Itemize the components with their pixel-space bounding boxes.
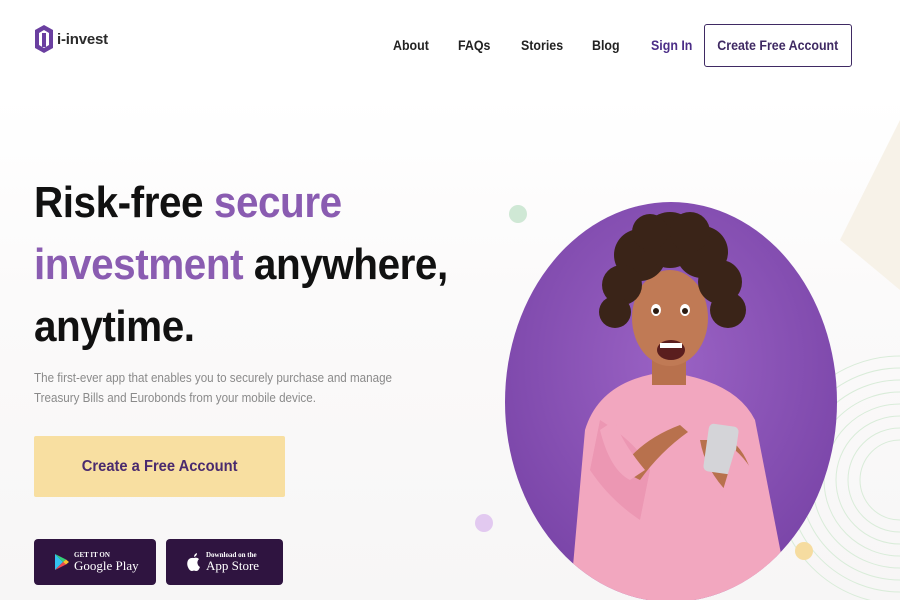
create-free-account-label: Create Free Account	[717, 38, 839, 53]
headline-anywhere: anywhere,	[253, 240, 448, 289]
google-play-big-text: Google Play	[74, 558, 139, 573]
create-a-free-account-button[interactable]: Create a Free Account	[34, 436, 285, 497]
headline-anytime: anytime.	[34, 302, 195, 351]
headline-secure: secure	[213, 178, 342, 227]
apple-icon	[187, 553, 200, 571]
brand-name: i-invest	[57, 30, 108, 48]
google-play-icon	[55, 554, 69, 570]
google-play-button[interactable]: GET IT ON Google Play	[34, 539, 156, 585]
hero-headline: Risk-free secure investment anywhere, an…	[34, 172, 464, 358]
cta-label: Create a Free Account	[81, 457, 238, 475]
logo[interactable]: i-invest	[34, 24, 108, 54]
nav-link-faqs[interactable]: FAQs	[458, 38, 490, 53]
subtext-line: The first-ever app that enables you to s…	[34, 371, 393, 385]
headline-investment: investment	[34, 240, 244, 289]
hero-subtext: The first-ever app that enables you to s…	[34, 368, 394, 408]
nav-link-stories[interactable]: Stories	[521, 38, 563, 53]
app-store-button[interactable]: Download on the App Store	[166, 539, 283, 585]
headline-risk-free: Risk-free	[34, 178, 204, 227]
brand-hexagon-icon	[35, 25, 53, 53]
nav-link-blog[interactable]: Blog	[592, 38, 620, 53]
nav-link-about[interactable]: About	[393, 38, 429, 53]
subtext-line: Treasury Bills and Eurobonds from your m…	[34, 391, 316, 405]
app-store-big-text: App Store	[206, 558, 260, 573]
sign-in-link[interactable]: Sign In	[651, 38, 692, 53]
create-free-account-button[interactable]: Create Free Account	[704, 24, 852, 67]
